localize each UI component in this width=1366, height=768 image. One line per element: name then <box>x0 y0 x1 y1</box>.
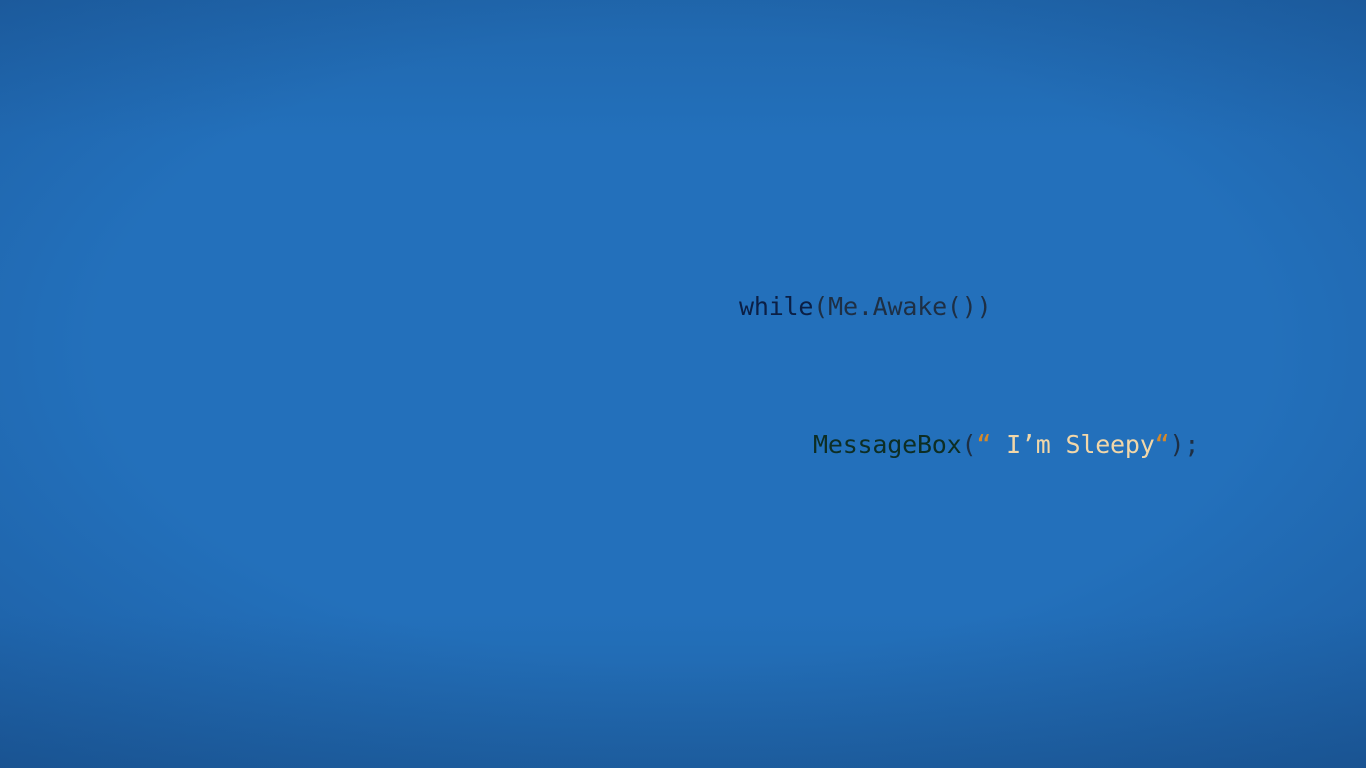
string-literal: I’m Sleepy <box>991 430 1155 459</box>
open-quote: “ <box>976 430 992 459</box>
while-keyword: while <box>739 292 814 321</box>
code-line-messagebox: MessageBox(“ I’m Sleepy“); <box>739 422 1199 468</box>
desktop-wallpaper: while(Me.Awake()) MessageBox(“ I’m Sleep… <box>0 0 1366 768</box>
close-paren-semicolon: ); <box>1169 430 1200 459</box>
open-paren: ( <box>961 430 977 459</box>
code-line-while: while(Me.Awake()) <box>739 284 1199 330</box>
while-condition: (Me.Awake()) <box>813 292 992 321</box>
messagebox-function: MessageBox <box>813 430 962 459</box>
close-quote: “ <box>1154 430 1170 459</box>
code-snippet: while(Me.Awake()) MessageBox(“ I’m Sleep… <box>739 192 1199 560</box>
